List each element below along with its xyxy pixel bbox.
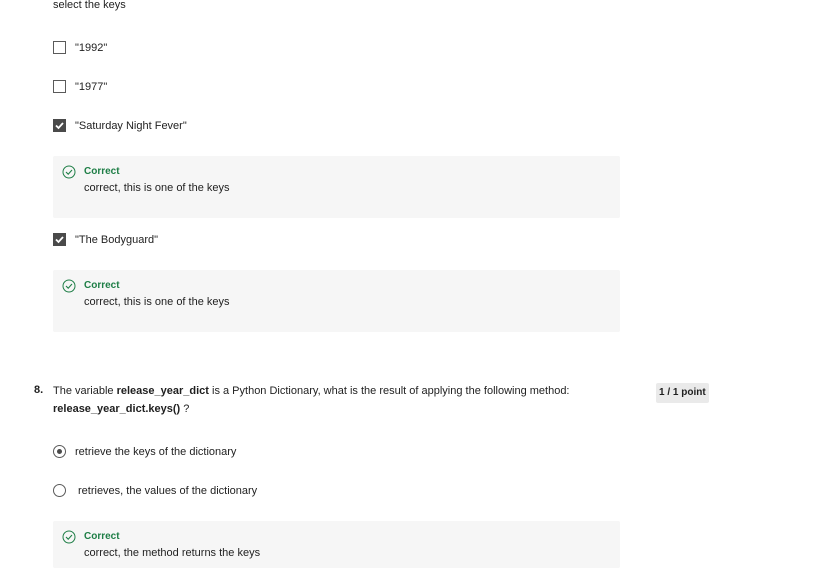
- option-checkbox[interactable]: [53, 41, 66, 54]
- option-checkbox-checked[interactable]: [53, 233, 66, 246]
- feedback-box: Correct correct, this is one of the keys: [53, 270, 620, 332]
- feedback-status: Correct: [84, 531, 120, 542]
- feedback-text: correct, the method returns the keys: [84, 547, 261, 559]
- option-label[interactable]: "1977": [75, 80, 107, 94]
- code-variable: release_year_dict: [116, 385, 209, 397]
- option-label[interactable]: retrieves, the values of the dictionary: [78, 484, 257, 498]
- feedback-status: Correct: [84, 280, 120, 291]
- option-label[interactable]: "The Bodyguard": [75, 233, 158, 247]
- option-label[interactable]: retrieve the keys of the dictionary: [75, 445, 236, 459]
- check-circle-icon: [62, 165, 76, 179]
- feedback-status: Correct: [84, 166, 120, 177]
- feedback-box: Correct correct, the method returns the …: [53, 521, 620, 568]
- question-number: 8.: [34, 384, 44, 396]
- points-badge: 1 / 1 point: [656, 383, 709, 403]
- checkmark-icon: [55, 236, 64, 244]
- question-text-part: The variable: [53, 385, 117, 397]
- question-text: The variable release_year_dict is a Pyth…: [53, 382, 633, 418]
- option-radio-selected[interactable]: [53, 445, 66, 458]
- feedback-text: correct, this is one of the keys: [84, 182, 230, 194]
- code-method: release_year_dict.keys(): [53, 403, 181, 415]
- option-radio[interactable]: [53, 484, 66, 497]
- question-text-part: ?: [180, 403, 190, 415]
- question-instruction: select the keys: [53, 0, 126, 11]
- question-text-part: is a Python Dictionary, what is the resu…: [208, 385, 570, 397]
- check-circle-icon: [62, 530, 76, 544]
- option-label[interactable]: "Saturday Night Fever": [75, 119, 187, 133]
- check-circle-icon: [62, 279, 76, 293]
- option-label[interactable]: "1992": [75, 41, 107, 55]
- feedback-text: correct, this is one of the keys: [84, 296, 230, 308]
- option-checkbox-checked[interactable]: [53, 119, 66, 132]
- option-checkbox[interactable]: [53, 80, 66, 93]
- checkmark-icon: [55, 122, 64, 130]
- feedback-box: Correct correct, this is one of the keys: [53, 156, 620, 218]
